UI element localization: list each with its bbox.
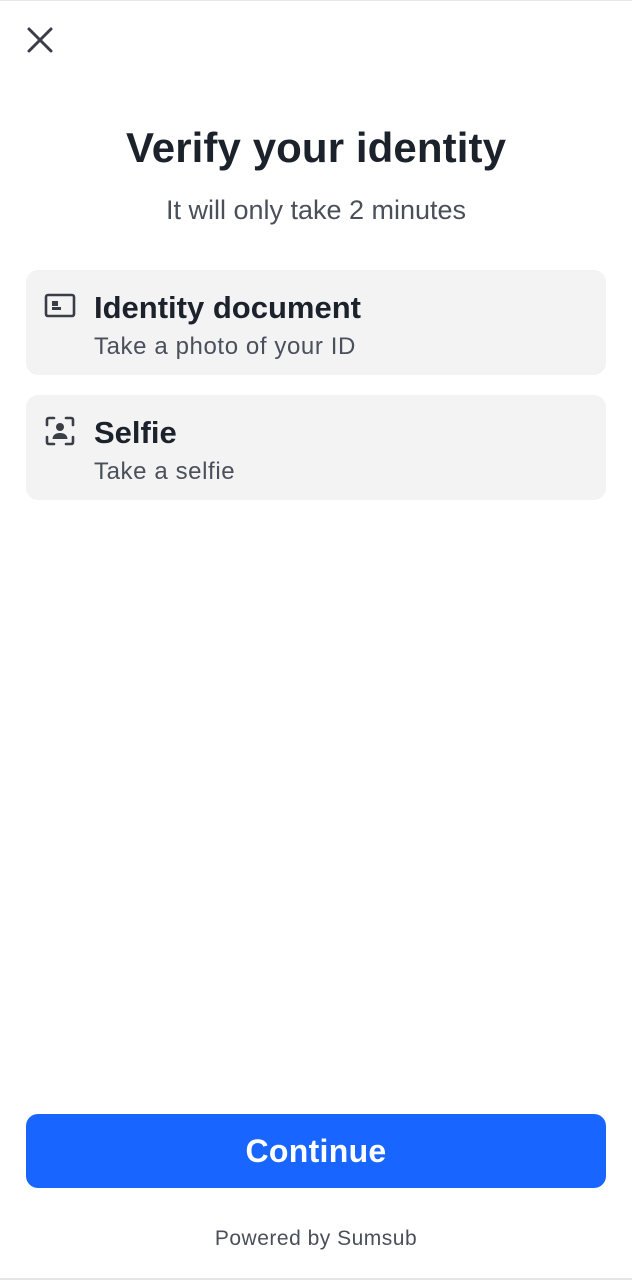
close-button[interactable] [22,22,58,58]
step-subtitle: Take a selfie [94,458,236,485]
close-icon [27,27,53,53]
top-divider [0,0,632,1]
step-selfie[interactable]: Selfie Take a selfie [26,395,606,500]
step-title: Identity document [94,290,361,325]
continue-button[interactable]: Continue [26,1114,606,1188]
step-subtitle: Take a photo of your ID [94,333,356,360]
step-title: Selfie [94,415,177,450]
page-title: Verify your identity [125,124,507,171]
step-identity-document[interactable]: Identity document Take a photo of your I… [26,270,606,375]
face-scan-icon [45,416,75,446]
powered-by-text: Powered by Sumsub [214,1227,418,1250]
page-subtitle: It will only take 2 minutes [165,195,467,225]
id-card-icon [44,293,76,318]
